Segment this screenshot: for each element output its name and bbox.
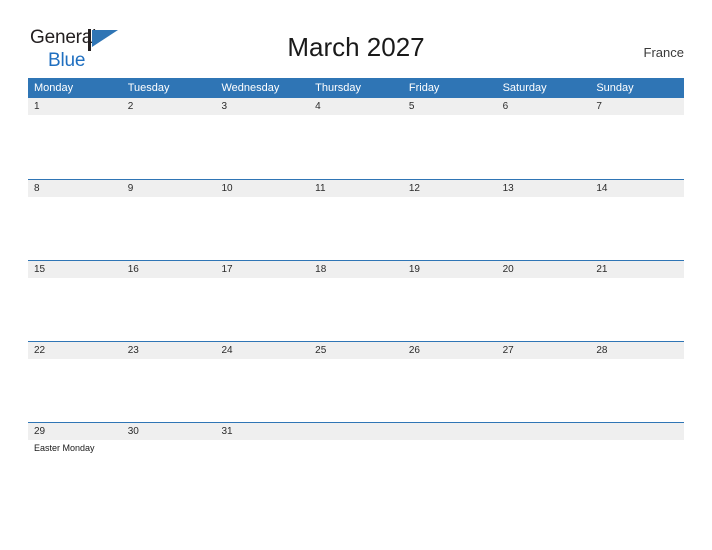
week-date-band: 8 9 10 11 12 13 14 bbox=[28, 180, 684, 197]
week-date-band: 22 23 24 25 26 27 28 bbox=[28, 342, 684, 359]
weekday-header-tuesday: Tuesday bbox=[127, 82, 170, 94]
day-events bbox=[403, 440, 497, 503]
day-number[interactable]: 10 bbox=[215, 180, 309, 197]
day-number[interactable]: 29 bbox=[28, 423, 122, 440]
day-events[interactable] bbox=[497, 278, 591, 341]
day-number[interactable]: 13 bbox=[497, 180, 591, 197]
day-events[interactable] bbox=[215, 197, 309, 260]
page-header: General Blue March 2027 France bbox=[0, 0, 712, 76]
weekday-header-wednesday: Wednesday bbox=[221, 82, 280, 94]
day-events[interactable] bbox=[403, 115, 497, 178]
weekday-header-saturday: Saturday bbox=[502, 82, 547, 94]
day-number[interactable]: 27 bbox=[497, 342, 591, 359]
day-number[interactable]: 12 bbox=[403, 180, 497, 197]
day-events[interactable] bbox=[28, 115, 122, 178]
day-number[interactable]: 21 bbox=[590, 261, 684, 278]
day-events bbox=[497, 440, 591, 503]
day-events[interactable] bbox=[122, 359, 216, 422]
week-events-band bbox=[28, 278, 684, 341]
day-events[interactable] bbox=[215, 278, 309, 341]
day-number[interactable]: 6 bbox=[497, 98, 591, 115]
weekday-header-sunday: Sunday bbox=[596, 82, 634, 94]
day-number-empty bbox=[590, 423, 684, 440]
day-number[interactable]: 7 bbox=[590, 98, 684, 115]
day-events[interactable] bbox=[309, 278, 403, 341]
week-date-band: 15 16 17 18 19 20 21 bbox=[28, 261, 684, 278]
week-events-band: Easter Monday bbox=[28, 440, 684, 503]
weekday-header-friday: Friday bbox=[408, 82, 440, 94]
day-number[interactable]: 26 bbox=[403, 342, 497, 359]
day-events[interactable] bbox=[122, 115, 216, 178]
week-events-band bbox=[28, 197, 684, 260]
week-date-band: 29 30 31 bbox=[28, 423, 684, 440]
day-number[interactable]: 4 bbox=[309, 98, 403, 115]
event-label: Easter Monday bbox=[34, 443, 95, 453]
day-number[interactable]: 31 bbox=[215, 423, 309, 440]
day-number[interactable]: 15 bbox=[28, 261, 122, 278]
region-label: France bbox=[643, 45, 684, 60]
week-row: 29 30 31 Easter Monday bbox=[28, 422, 684, 503]
day-number[interactable]: 14 bbox=[590, 180, 684, 197]
day-number[interactable]: 3 bbox=[215, 98, 309, 115]
day-number[interactable]: 23 bbox=[122, 342, 216, 359]
day-number[interactable]: 2 bbox=[122, 98, 216, 115]
day-number[interactable]: 28 bbox=[590, 342, 684, 359]
page-title: March 2027 bbox=[287, 32, 425, 62]
day-number[interactable]: 16 bbox=[122, 261, 216, 278]
day-events bbox=[590, 440, 684, 503]
day-events[interactable] bbox=[590, 115, 684, 178]
day-number[interactable]: 20 bbox=[497, 261, 591, 278]
day-number[interactable]: 11 bbox=[309, 180, 403, 197]
day-events[interactable] bbox=[215, 440, 309, 503]
day-events[interactable] bbox=[215, 115, 309, 178]
day-events[interactable] bbox=[309, 197, 403, 260]
week-row: 15 16 17 18 19 20 21 bbox=[28, 260, 684, 341]
week-events-band bbox=[28, 115, 684, 178]
day-events[interactable] bbox=[497, 359, 591, 422]
day-number[interactable]: 24 bbox=[215, 342, 309, 359]
day-events[interactable] bbox=[403, 359, 497, 422]
day-events[interactable] bbox=[590, 197, 684, 260]
day-number[interactable]: 22 bbox=[28, 342, 122, 359]
day-events[interactable] bbox=[28, 359, 122, 422]
day-number-empty bbox=[403, 423, 497, 440]
day-number[interactable]: 19 bbox=[403, 261, 497, 278]
day-events[interactable] bbox=[122, 440, 216, 503]
day-number[interactable]: 9 bbox=[122, 180, 216, 197]
day-events[interactable] bbox=[590, 278, 684, 341]
day-number-empty bbox=[497, 423, 591, 440]
day-events[interactable] bbox=[28, 197, 122, 260]
weekday-header-monday: Monday bbox=[34, 82, 74, 94]
day-events[interactable] bbox=[309, 115, 403, 178]
day-number-empty bbox=[309, 423, 403, 440]
day-number[interactable]: 8 bbox=[28, 180, 122, 197]
day-events[interactable] bbox=[28, 278, 122, 341]
day-events[interactable] bbox=[590, 359, 684, 422]
day-number[interactable]: 17 bbox=[215, 261, 309, 278]
day-events bbox=[309, 440, 403, 503]
weekday-header-thursday: Thursday bbox=[315, 82, 362, 94]
calendar-grid: Monday Tuesday Wednesday Thursday Friday… bbox=[28, 78, 684, 503]
day-number[interactable]: 30 bbox=[122, 423, 216, 440]
day-events[interactable] bbox=[122, 197, 216, 260]
week-row: 22 23 24 25 26 27 28 bbox=[28, 341, 684, 422]
week-row: 8 9 10 11 12 13 14 bbox=[28, 179, 684, 260]
day-number[interactable]: 1 bbox=[28, 98, 122, 115]
week-date-band: 1 2 3 4 5 6 7 bbox=[28, 98, 684, 115]
weekday-header-row: Monday Tuesday Wednesday Thursday Friday… bbox=[28, 78, 684, 98]
day-events[interactable] bbox=[497, 115, 591, 178]
day-number[interactable]: 25 bbox=[309, 342, 403, 359]
day-number[interactable]: 18 bbox=[309, 261, 403, 278]
day-events[interactable] bbox=[403, 278, 497, 341]
week-row: 1 2 3 4 5 6 7 bbox=[28, 98, 684, 179]
day-events[interactable] bbox=[122, 278, 216, 341]
day-events[interactable] bbox=[403, 197, 497, 260]
day-events[interactable]: Easter Monday bbox=[28, 440, 122, 503]
day-events[interactable] bbox=[309, 359, 403, 422]
day-events[interactable] bbox=[215, 359, 309, 422]
day-number[interactable]: 5 bbox=[403, 98, 497, 115]
week-events-band bbox=[28, 359, 684, 422]
day-events[interactable] bbox=[497, 197, 591, 260]
